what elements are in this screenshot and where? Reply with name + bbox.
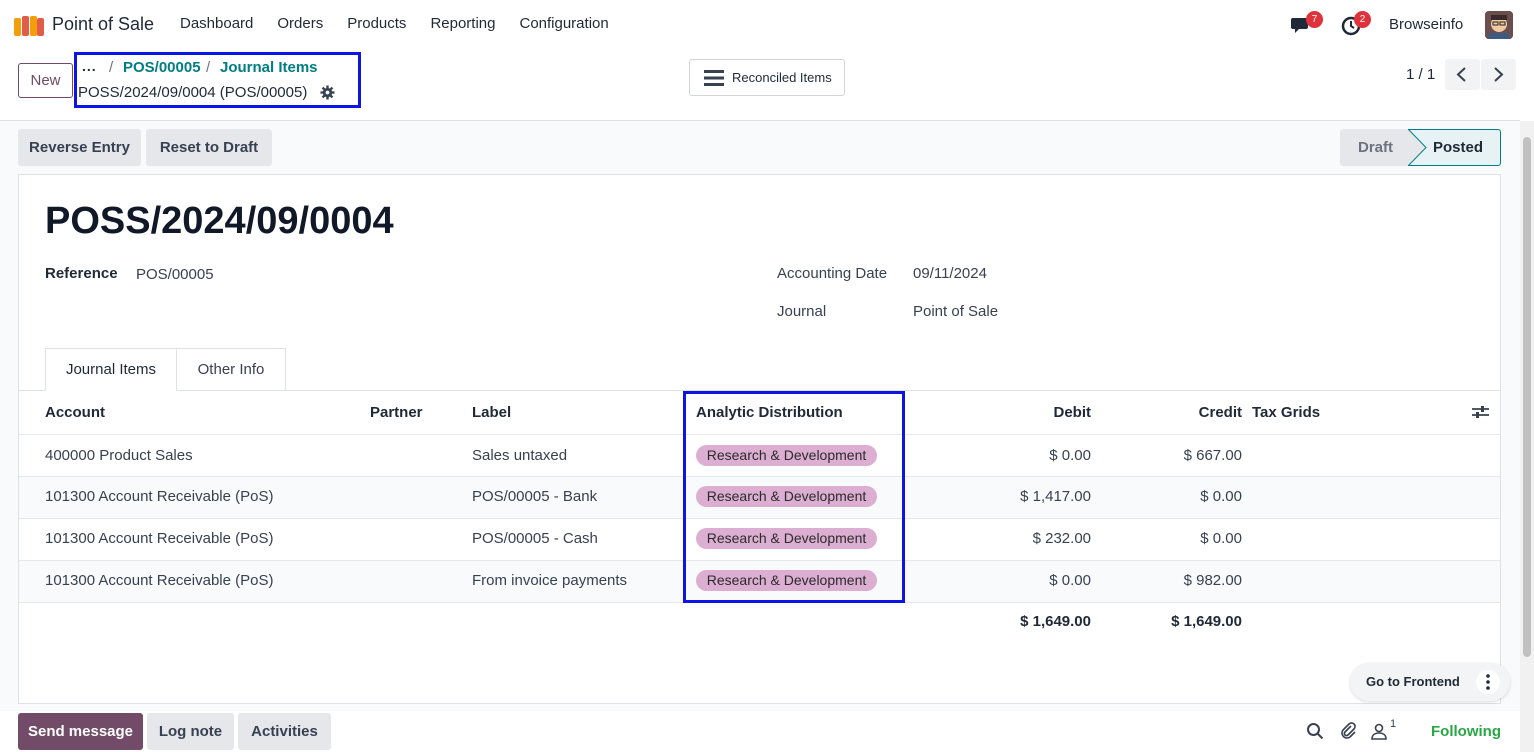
messages-badge: 7 (1306, 11, 1323, 28)
row-account[interactable]: 101300 Account Receivable (PoS) (45, 572, 273, 589)
row-debit[interactable]: $ 232.00 (991, 530, 1091, 547)
chevron-right-icon (1494, 67, 1504, 82)
breadcrumb-current-record: POSS/2024/09/0004 (POS/00005) (78, 84, 308, 101)
row-debit[interactable]: $ 1,417.00 (991, 488, 1091, 505)
breadcrumb-separator: / (109, 59, 114, 76)
accounting-date-label: Accounting Date (777, 265, 888, 282)
row-account[interactable]: 101300 Account Receivable (PoS) (45, 530, 273, 547)
col-partner[interactable]: Partner (370, 404, 423, 421)
row-label[interactable]: POS/00005 - Cash (472, 530, 598, 547)
user-avatar[interactable] (1485, 11, 1513, 39)
col-label[interactable]: Label (472, 404, 511, 421)
app-name[interactable]: Point of Sale (52, 14, 154, 35)
row-label[interactable]: Sales untaxed (472, 447, 567, 464)
status-chevron-icon (1408, 129, 1427, 166)
follower-icon[interactable] (1370, 722, 1388, 740)
row-debit[interactable]: $ 0.00 (991, 572, 1091, 589)
row-credit[interactable]: $ 667.00 (1142, 447, 1242, 464)
scrollbar-thumb[interactable] (1523, 137, 1531, 657)
activities-button[interactable]: Activities (238, 713, 331, 750)
row-label[interactable]: POS/00005 - Bank (472, 488, 597, 505)
col-tax-grids[interactable]: Tax Grids (1252, 404, 1320, 421)
search-icon[interactable] (1306, 722, 1324, 740)
row-credit[interactable]: $ 0.00 (1142, 530, 1242, 547)
row-label[interactable]: From invoice payments (472, 572, 627, 589)
breadcrumb-journal-items[interactable]: Journal Items (220, 59, 318, 76)
reset-to-draft-button[interactable]: Reset to Draft (146, 129, 272, 166)
log-note-button[interactable]: Log note (147, 713, 234, 750)
reconciled-items-button[interactable]: Reconciled Items (689, 59, 845, 96)
top-navbar: Point of Sale Dashboard Orders Products … (0, 0, 1534, 50)
menu-configuration[interactable]: Configuration (507, 15, 620, 32)
breadcrumb-more[interactable]: ... (82, 58, 97, 74)
menu-products[interactable]: Products (335, 15, 418, 32)
go-to-frontend-widget[interactable]: Go to Frontend (1350, 663, 1510, 701)
analytic-highlight-box (683, 391, 905, 603)
row-credit[interactable]: $ 0.00 (1142, 488, 1242, 505)
breadcrumb-separator: / (206, 59, 211, 76)
pager-previous-button[interactable] (1445, 59, 1480, 90)
row-account[interactable]: 101300 Account Receivable (PoS) (45, 488, 273, 505)
new-button[interactable]: New (18, 63, 73, 98)
send-message-button[interactable]: Send message (18, 713, 143, 750)
row-account[interactable]: 400000 Product Sales (45, 447, 193, 464)
menu-dashboard[interactable]: Dashboard (168, 15, 265, 32)
col-account[interactable]: Account (45, 404, 105, 421)
reference-label: Reference (45, 265, 118, 282)
main-menu: Dashboard Orders Products Reporting Conf… (168, 15, 621, 32)
activities-badge: 2 (1354, 11, 1371, 28)
following-button[interactable]: Following (1431, 723, 1501, 740)
row-debit[interactable]: $ 0.00 (991, 447, 1091, 464)
optional-columns-icon[interactable] (1472, 405, 1489, 419)
accounting-date-value[interactable]: 09/11/2024 (913, 265, 987, 282)
col-debit[interactable]: Debit (991, 404, 1092, 421)
status-draft[interactable]: Draft (1340, 129, 1418, 166)
breadcrumb-pos-order[interactable]: POS/00005 (123, 59, 201, 76)
reference-value[interactable]: POS/00005 (136, 266, 214, 283)
vertical-dots-icon (1486, 674, 1490, 690)
journal-value[interactable]: Point of Sale (913, 303, 998, 320)
tab-journal-items[interactable]: Journal Items (45, 348, 177, 391)
paperclip-icon[interactable] (1339, 722, 1357, 740)
journal-label: Journal (777, 303, 827, 320)
total-credit: $ 1,649.00 (1171, 613, 1242, 630)
tab-other-info[interactable]: Other Info (177, 348, 286, 391)
chevron-left-icon (1456, 67, 1466, 82)
total-debit: $ 1,649.00 (1020, 613, 1091, 630)
avatar-face-icon (1485, 11, 1513, 39)
reconciled-items-label: Reconciled Items (732, 70, 832, 85)
go-to-frontend-label[interactable]: Go to Frontend (1366, 674, 1460, 689)
list-icon (704, 70, 724, 86)
reverse-entry-button[interactable]: Reverse Entry (18, 129, 141, 166)
scrollbar[interactable] (1520, 121, 1534, 752)
menu-reporting[interactable]: Reporting (418, 15, 507, 32)
entry-title: POSS/2024/09/0004 (45, 200, 394, 242)
followers-count: 1 (1390, 718, 1397, 730)
col-credit[interactable]: Credit (1142, 404, 1242, 421)
menu-orders[interactable]: Orders (265, 15, 335, 32)
user-name[interactable]: Browseinfo (1389, 16, 1463, 33)
pos-app-icon[interactable] (14, 14, 44, 36)
row-credit[interactable]: $ 982.00 (1142, 572, 1242, 589)
pager-value[interactable]: 1 / 1 (1406, 66, 1435, 83)
more-options-button[interactable] (1476, 670, 1500, 694)
gear-icon[interactable] (320, 85, 335, 100)
pager-next-button[interactable] (1481, 59, 1516, 90)
